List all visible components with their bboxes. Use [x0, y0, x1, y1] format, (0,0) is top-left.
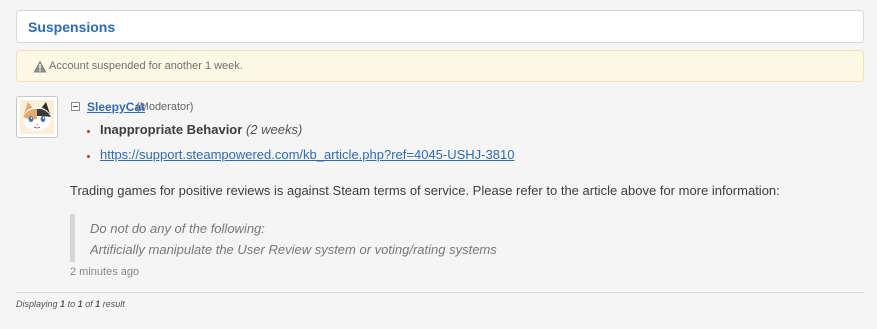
alert-text: Account suspended for another 1 week.	[49, 60, 243, 72]
cat-avatar-icon	[20, 100, 54, 134]
suspension-reason: Inappropriate Behavior (2 weeks)	[100, 122, 302, 137]
bullet-icon	[87, 130, 90, 133]
suspension-message: Trading games for positive reviews is ag…	[70, 183, 780, 198]
pagination-to-word: to	[67, 299, 76, 309]
quote-line: Artificially manipulate the User Review …	[90, 242, 497, 257]
divider	[16, 292, 864, 293]
reason-label: Inappropriate Behavior	[100, 122, 243, 137]
suspension-alert: Account suspended for another 1 week.	[16, 50, 864, 82]
warning-icon	[33, 60, 47, 73]
page-title: Suspensions	[28, 19, 116, 35]
collapse-toggle-icon[interactable]	[71, 102, 80, 111]
pagination-suffix: result	[102, 299, 125, 309]
bullet-icon	[87, 155, 90, 158]
support-article-link[interactable]: https://support.steampowered.com/kb_arti…	[100, 147, 514, 162]
reason-duration: (2 weeks)	[245, 122, 303, 137]
quote-line: Do not do any of the following:	[90, 221, 265, 236]
pagination-total: 1	[95, 299, 101, 309]
pagination-from: 1	[60, 299, 66, 309]
pagination-to: 1	[77, 299, 83, 309]
article-quote: Do not do any of the following: Artifici…	[70, 214, 864, 262]
pagination-prefix: Displaying	[16, 299, 58, 309]
moderator-role: (Moderator)	[136, 101, 194, 113]
pagination-summary: Displaying 1 to 1 of 1 result	[16, 299, 125, 309]
avatar[interactable]	[16, 96, 58, 138]
pagination-of-word: of	[85, 299, 93, 309]
timestamp: 2 minutes ago	[70, 266, 140, 278]
suspensions-header: Suspensions	[16, 10, 864, 43]
